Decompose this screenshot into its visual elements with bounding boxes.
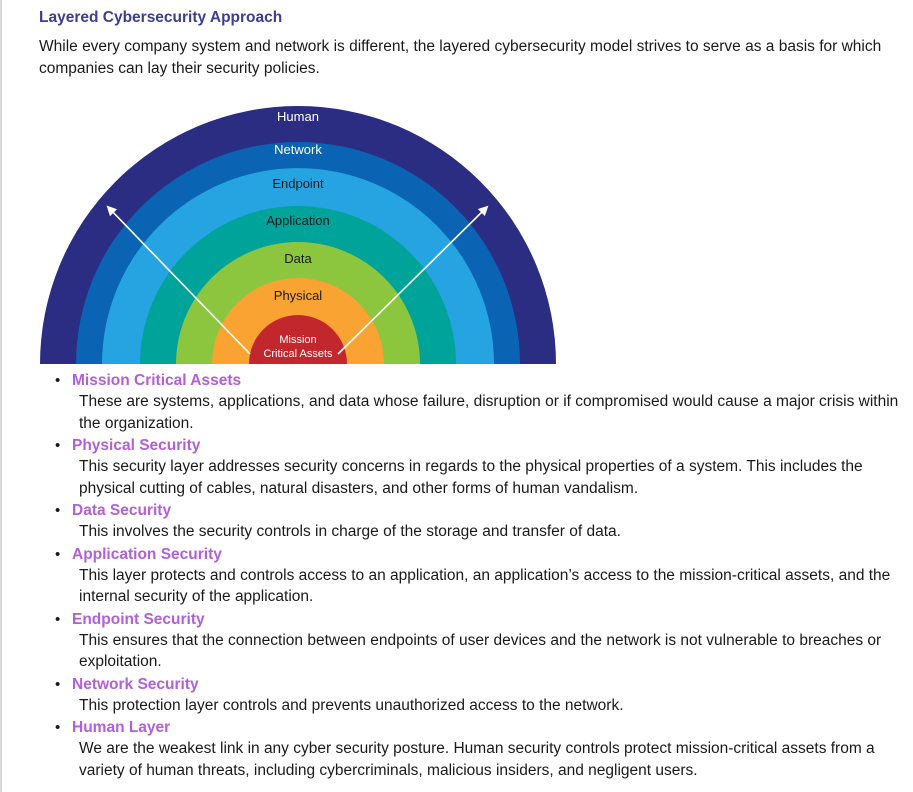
layer-description: We are the weakest link in any cyber sec… xyxy=(79,740,875,779)
layer-description: This ensures that the connection between… xyxy=(79,631,882,671)
ring-label-human: Human xyxy=(277,109,319,124)
bullet-icon: • xyxy=(55,545,61,563)
layer-description: This security layer addresses security c… xyxy=(79,458,863,497)
layer-title: Human Layer xyxy=(72,719,171,736)
bullet-icon: • xyxy=(55,610,61,628)
ring-label-endpoint: Endpoint xyxy=(272,176,324,191)
list-item: • Network Security This protection layer c… xyxy=(55,673,905,717)
layer-description: These are systems, applications, and dat… xyxy=(79,393,899,432)
layer-title: Application Security xyxy=(72,545,222,563)
list-item: • Physical Security This security layer ad… xyxy=(55,434,905,499)
list-item: • Mission Critical Assets These are system… xyxy=(55,369,905,434)
left-border xyxy=(0,0,2,792)
layer-description: This layer protects and controls access … xyxy=(79,566,891,606)
list-item: • Endpoint Security This ensures that the … xyxy=(55,608,905,673)
bullet-icon: • xyxy=(55,437,61,454)
layer-title: Mission Critical Assets xyxy=(72,372,242,389)
list-item: • Human Layer We are the weakest link in a… xyxy=(55,716,905,781)
ring-label-network: Network xyxy=(274,142,322,157)
bullet-icon: • xyxy=(55,675,61,693)
intro-paragraph: While every company system and network i… xyxy=(39,38,882,77)
layer-title: Network Security xyxy=(72,675,199,693)
ring-label-data: Data xyxy=(284,251,312,266)
ring-label-physical: Physical xyxy=(274,288,323,303)
layer-list: • Mission Critical Assets These are system… xyxy=(55,369,905,781)
layer-title: Endpoint Security xyxy=(72,610,205,628)
bullet-icon: • xyxy=(55,502,61,519)
ring-label-application: Application xyxy=(266,213,330,228)
list-item: • Data Security This involves the security… xyxy=(55,499,905,543)
bullet-icon: • xyxy=(55,719,61,736)
page-title: Layered Cybersecurity Approach xyxy=(39,9,283,26)
list-item: • Application Security This layer protects… xyxy=(55,543,905,608)
layer-rings-svg: Human Network Endpoint Application Data Physi… xyxy=(40,106,556,364)
layer-description: This involves the security controls in c… xyxy=(79,523,621,540)
layer-title: Physical Security xyxy=(72,437,201,454)
layer-title: Data Security xyxy=(72,502,172,519)
bullet-icon: • xyxy=(55,372,61,389)
layered-security-diagram: Human Network Endpoint Application Data Physi… xyxy=(38,100,558,364)
layer-description: This protection layer controls and preve… xyxy=(79,696,624,714)
